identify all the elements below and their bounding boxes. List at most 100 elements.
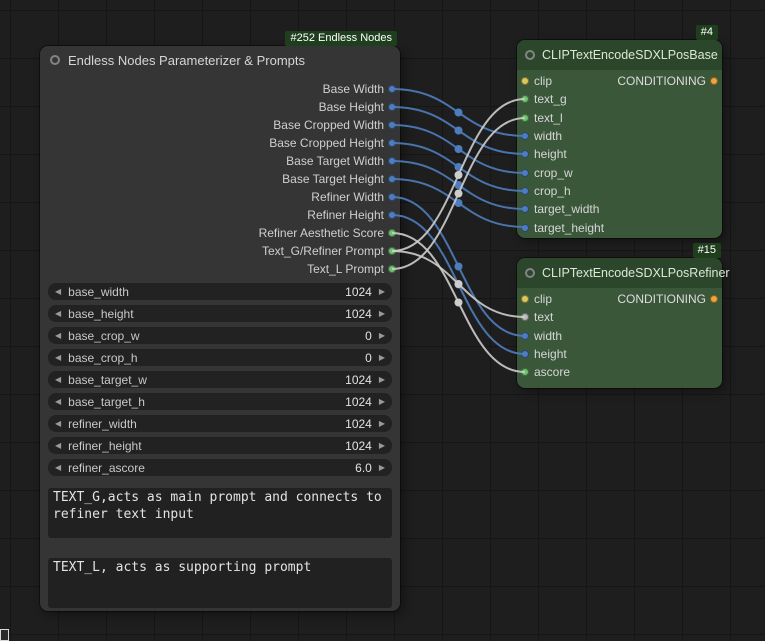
decrement-arrow-icon[interactable]: ◀ [55,420,61,428]
output-slot-dot[interactable] [388,265,396,273]
output-slot-dot[interactable] [388,157,396,165]
input-label: clip [534,74,552,88]
input-slot-dot[interactable] [521,150,529,158]
node-title-bar[interactable]: CLIPTextEncodeSDXLPosBase [517,40,722,70]
output-row: Base Width [40,80,400,98]
decrement-arrow-icon[interactable]: ◀ [55,310,61,318]
link-midpoint-dot [455,263,463,271]
number-widget-base-target-w[interactable]: ◀base_target_w1024▶ [48,371,392,388]
widget-name: base_crop_h [68,351,137,365]
input-row: text_g [517,90,722,108]
output-row: Base Target Width [40,152,400,170]
input-slot-dot[interactable] [521,114,529,122]
increment-arrow-icon[interactable]: ▶ [379,332,385,340]
input-row: clip [517,290,722,308]
input-slot-dot[interactable] [521,224,529,232]
input-label: crop_w [534,166,573,180]
input-label: target_width [534,202,599,216]
widget-name: base_target_w [68,373,147,387]
output-slot-dot[interactable] [388,103,396,111]
text-l-prompt-textarea[interactable]: TEXT_L, acts as supporting prompt [48,558,392,608]
input-slot-dot[interactable] [521,95,529,103]
increment-arrow-icon[interactable]: ▶ [379,310,385,318]
input-label: width [534,329,562,343]
output-label: Base Target Height [282,172,384,186]
widget-name: base_width [68,285,129,299]
decrement-arrow-icon[interactable]: ◀ [55,376,61,384]
input-slot-dot[interactable] [521,332,529,340]
decrement-arrow-icon[interactable]: ◀ [55,332,61,340]
output-slot-dot[interactable] [388,247,396,255]
link-midpoint-dot [455,181,463,189]
output-slot-dot[interactable] [388,85,396,93]
number-widget-base-crop-h[interactable]: ◀base_crop_h0▶ [48,349,392,366]
decrement-arrow-icon[interactable]: ◀ [55,442,61,450]
collapse-dot-icon[interactable] [50,55,60,65]
link-wire [392,233,525,372]
widget-name: base_target_h [68,395,145,409]
link-wire [392,89,525,136]
increment-arrow-icon[interactable]: ▶ [379,376,385,384]
output-slot-dot[interactable] [388,193,396,201]
increment-arrow-icon[interactable]: ▶ [379,464,385,472]
decrement-arrow-icon[interactable]: ◀ [55,354,61,362]
node-id-badge-base: #4 [696,25,718,40]
number-widget-base-target-h[interactable]: ◀ base_target_h 1024 ▶ [48,393,392,410]
widget-name: base_crop_w [68,329,139,343]
node-title-bar[interactable]: CLIPTextEncodeSDXLPosRefiner [517,258,722,288]
link-midpoint-dot [455,280,463,288]
input-slot-dot[interactable] [521,295,529,303]
link-midpoint-dot [455,171,463,179]
increment-arrow-icon[interactable]: ▶ [379,442,385,450]
input-row: crop_w [517,163,722,181]
node-endless-parameterizer[interactable]: Endless Nodes Parameterizer & Prompts Ba… [40,46,400,611]
increment-arrow-icon[interactable]: ▶ [379,398,385,406]
input-slot-dot[interactable] [521,350,529,358]
input-slot-dot[interactable] [521,368,529,376]
increment-arrow-icon[interactable]: ▶ [379,354,385,362]
output-slot-dot[interactable] [388,121,396,129]
node-clip-encode-refiner[interactable]: CLIPTextEncodeSDXLPosRefiner CONDITIONIN… [517,258,722,388]
number-widget-base-crop-w[interactable]: ◀base_crop_w0▶ [48,327,392,344]
text-g-prompt-textarea[interactable]: TEXT_G,acts as main prompt and connects … [48,488,392,538]
output-label: Refiner Width [311,190,384,204]
output-label: Base Height [319,100,384,114]
graph-canvas[interactable]: Endless Nodes Parameterizer & Prompts Ba… [0,0,765,641]
input-slot-dot[interactable] [521,77,529,85]
input-row: text_l [517,109,722,127]
number-widget-refiner-height[interactable]: ◀refiner_height1024▶ [48,437,392,454]
number-widget-base-height[interactable]: ◀base_height1024▶ [48,305,392,322]
input-slot-dot[interactable] [521,169,529,177]
decrement-arrow-icon[interactable]: ◀ [55,288,61,296]
output-slot-dot[interactable] [388,175,396,183]
increment-arrow-icon[interactable]: ▶ [379,420,385,428]
widget-value: 1024 [345,285,372,299]
number-widget-base-width[interactable]: ◀ base_width 1024 ▶ [48,283,392,300]
link-midpoint-dot [455,109,463,117]
collapse-dot-icon[interactable] [525,268,535,278]
number-widget-refiner-width[interactable]: ◀refiner_width1024▶ [48,415,392,432]
number-widget-refiner-ascore[interactable]: ◀refiner_ascore6.0▶ [48,459,392,476]
output-row: Text_G/Refiner Prompt [40,242,400,260]
output-slot-dot[interactable] [388,211,396,219]
input-label: text [534,310,553,324]
input-slot-dot[interactable] [521,313,529,321]
input-slot-dot[interactable] [521,187,529,195]
increment-arrow-icon[interactable]: ▶ [379,288,385,296]
input-row: clip [517,72,722,90]
decrement-arrow-icon[interactable]: ◀ [55,398,61,406]
decrement-arrow-icon[interactable]: ◀ [55,464,61,472]
widget-value: 1024 [345,395,372,409]
input-row: target_height [517,218,722,236]
input-slot-dot[interactable] [521,132,529,140]
collapse-dot-icon[interactable] [525,50,535,60]
node-clip-encode-base[interactable]: CLIPTextEncodeSDXLPosBase CONDITIONING c… [517,40,722,238]
node-title-bar[interactable]: Endless Nodes Parameterizer & Prompts [40,46,400,74]
output-slot-dot[interactable] [388,229,396,237]
input-slot-dot[interactable] [521,205,529,213]
output-row: Text_L Prompt [40,260,400,278]
output-label: Refiner Aesthetic Score [259,226,384,240]
output-slot-dot[interactable] [388,139,396,147]
input-slots: CONDITIONING clip text_g text_l width he… [517,72,722,237]
output-row: Refiner Height [40,206,400,224]
